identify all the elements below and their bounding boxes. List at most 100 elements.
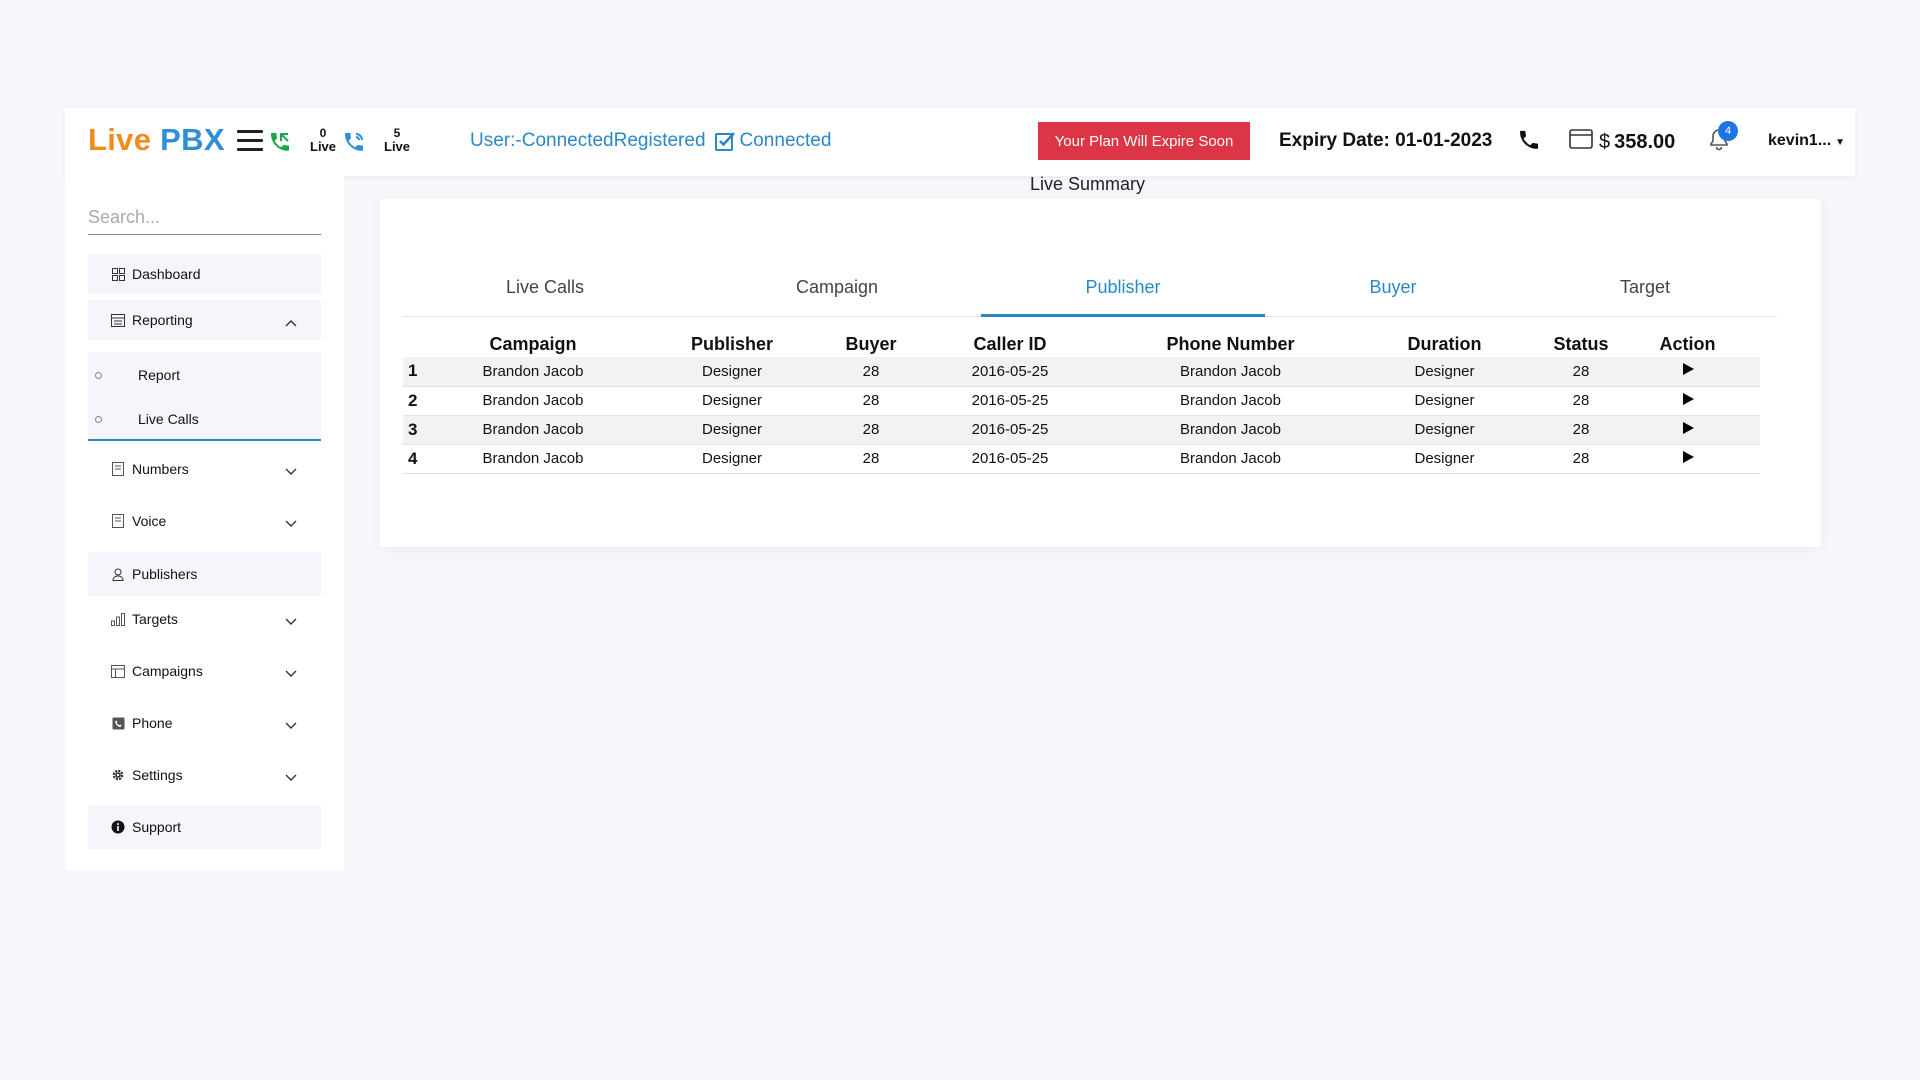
- sidebar-subitem-report[interactable]: Report: [88, 355, 321, 395]
- play-icon[interactable]: [1681, 421, 1695, 435]
- chevron-up-icon: [285, 314, 297, 330]
- sidebar-item-reporting[interactable]: Reporting: [88, 300, 321, 340]
- menu-toggle-icon[interactable]: [237, 130, 263, 152]
- user-status-text: User:-ConnectedRegistered: [470, 130, 706, 151]
- cell-caller-id: 2016-05-25: [901, 386, 1119, 416]
- cell-duration: Designer: [1342, 357, 1547, 387]
- table-row: 2 Brandon Jacob Designer 28 2016-05-25 B…: [403, 386, 1760, 416]
- cell-publisher: Designer: [623, 444, 841, 474]
- cell-publisher: Designer: [623, 415, 841, 445]
- cell-status: 28: [1547, 386, 1615, 416]
- cell-caller-id: 2016-05-25: [901, 444, 1119, 474]
- cell-caller-id: 2016-05-25: [901, 415, 1119, 445]
- cell-action: [1615, 444, 1760, 474]
- tab-buyer[interactable]: Buyer: [1358, 277, 1428, 317]
- column-header: Duration: [1407, 333, 1482, 354]
- user-menu-dropdown[interactable]: kevin1... ▼: [1768, 132, 1845, 150]
- sidebar-item-dashboard[interactable]: Dashboard: [88, 254, 321, 294]
- sidebar-item-label: Phone: [132, 715, 173, 731]
- live-counter-incoming: 0 Live: [310, 126, 336, 154]
- row-index: 3: [403, 415, 443, 445]
- column-header: Buyer: [845, 333, 897, 354]
- sidebar-subitem-live-calls[interactable]: Live Calls: [88, 399, 321, 439]
- column-header: Status: [1553, 333, 1609, 354]
- notification-badge: 4: [1718, 121, 1738, 141]
- table-row: 3 Brandon Jacob Designer 28 2016-05-25 B…: [403, 415, 1760, 445]
- play-icon[interactable]: [1681, 392, 1695, 406]
- chevron-down-icon: [285, 717, 297, 733]
- plan-expire-button[interactable]: Your Plan Will Expire Soon: [1038, 122, 1250, 160]
- tab-campaign[interactable]: Campaign: [792, 277, 882, 317]
- checkbox-checked-icon: [714, 131, 736, 152]
- expiry-date: Expiry Date: 01-01-2023: [1279, 130, 1493, 151]
- cell-caller-id: 2016-05-25: [901, 357, 1119, 387]
- tab-publisher[interactable]: Publisher: [981, 277, 1265, 317]
- live-calls-table: Campaign Publisher Buyer Caller ID Phone…: [403, 325, 1760, 474]
- phone-icon[interactable]: [1517, 128, 1541, 157]
- sidebar-item-label: Publishers: [132, 566, 198, 582]
- app-logo[interactable]: Live PBX: [88, 122, 225, 158]
- username: kevin1...: [1768, 132, 1832, 149]
- sidebar-item-label: Settings: [132, 767, 183, 783]
- search-input[interactable]: [88, 201, 321, 235]
- sidebar-item-publishers[interactable]: Publishers: [88, 552, 321, 596]
- wallet-balance[interactable]: $ 358.00: [1569, 128, 1675, 156]
- top-header: Live PBX 0 Live 5 Live User:-ConnectedRe…: [65, 108, 1855, 176]
- row-index: 1: [403, 357, 443, 387]
- wallet-icon: [1569, 128, 1593, 156]
- cell-publisher: Designer: [623, 357, 841, 387]
- user-connection-status: User:-ConnectedRegistered Connected: [470, 130, 831, 152]
- sidebar-item-label: Support: [132, 819, 182, 835]
- cell-phone-number: Brandon Jacob: [1119, 357, 1342, 387]
- sidebar-item-label: Campaigns: [132, 663, 203, 679]
- sidebar-item-campaigns[interactable]: Campaigns: [88, 651, 321, 691]
- cell-campaign: Brandon Jacob: [443, 444, 623, 474]
- cell-status: 28: [1547, 444, 1615, 474]
- table-header-row: Campaign Publisher Buyer Caller ID Phone…: [403, 325, 1760, 357]
- sidebar-subitem-label: Report: [138, 367, 181, 383]
- tab-target[interactable]: Target: [1610, 277, 1680, 317]
- row-index: 2: [403, 386, 443, 416]
- live-label: Live: [310, 139, 337, 154]
- sidebar-item-label: Targets: [132, 611, 178, 627]
- live-count: 0: [319, 126, 327, 140]
- column-header: Phone Number: [1166, 333, 1295, 354]
- bar-chart-icon: [111, 612, 125, 626]
- sidebar-item-label: Reporting: [132, 312, 193, 328]
- notification-bell-icon[interactable]: 4: [1708, 121, 1738, 157]
- cell-duration: Designer: [1342, 386, 1547, 416]
- row-index: 4: [403, 444, 443, 474]
- sidebar-item-support[interactable]: Support: [88, 805, 321, 849]
- tab-live-calls[interactable]: Live Calls: [500, 277, 590, 317]
- live-summary-card: Live Calls Campaign Publisher Buyer Targ…: [380, 199, 1821, 547]
- play-icon[interactable]: [1681, 362, 1695, 376]
- play-icon[interactable]: [1681, 450, 1695, 464]
- column-header: Action: [1659, 333, 1716, 354]
- sidebar-item-targets[interactable]: Targets: [88, 599, 321, 639]
- circle-bullet-icon: [95, 415, 102, 423]
- logo-live: Live: [88, 122, 152, 157]
- sidebar-item-numbers[interactable]: Numbers: [88, 449, 321, 489]
- chevron-down-icon: [285, 613, 297, 629]
- cell-buyer: 28: [841, 386, 901, 416]
- cell-status: 28: [1547, 415, 1615, 445]
- connected-text: Connected: [739, 130, 832, 151]
- sidebar-item-settings[interactable]: Settings: [88, 755, 321, 795]
- sidebar-item-phone[interactable]: Phone: [88, 703, 321, 743]
- incoming-call-icon[interactable]: [268, 130, 292, 159]
- table-row: 1 Brandon Jacob Designer 28 2016-05-25 B…: [403, 357, 1760, 387]
- cell-status: 28: [1547, 357, 1615, 387]
- cell-publisher: Designer: [623, 386, 841, 416]
- gear-icon: [111, 768, 125, 782]
- outgoing-call-icon[interactable]: [342, 130, 366, 159]
- chevron-down-icon: [285, 769, 297, 785]
- document-icon: [111, 514, 125, 528]
- cell-buyer: 28: [841, 415, 901, 445]
- live-counter-outgoing: 5 Live: [384, 126, 410, 154]
- sidebar-item-label: Numbers: [132, 461, 189, 477]
- sidebar-item-label: Dashboard: [132, 266, 201, 282]
- sidebar-item-voice[interactable]: Voice: [88, 501, 321, 541]
- user-icon: [111, 567, 125, 581]
- circle-bullet-icon: [95, 371, 102, 379]
- cell-action: [1615, 357, 1760, 387]
